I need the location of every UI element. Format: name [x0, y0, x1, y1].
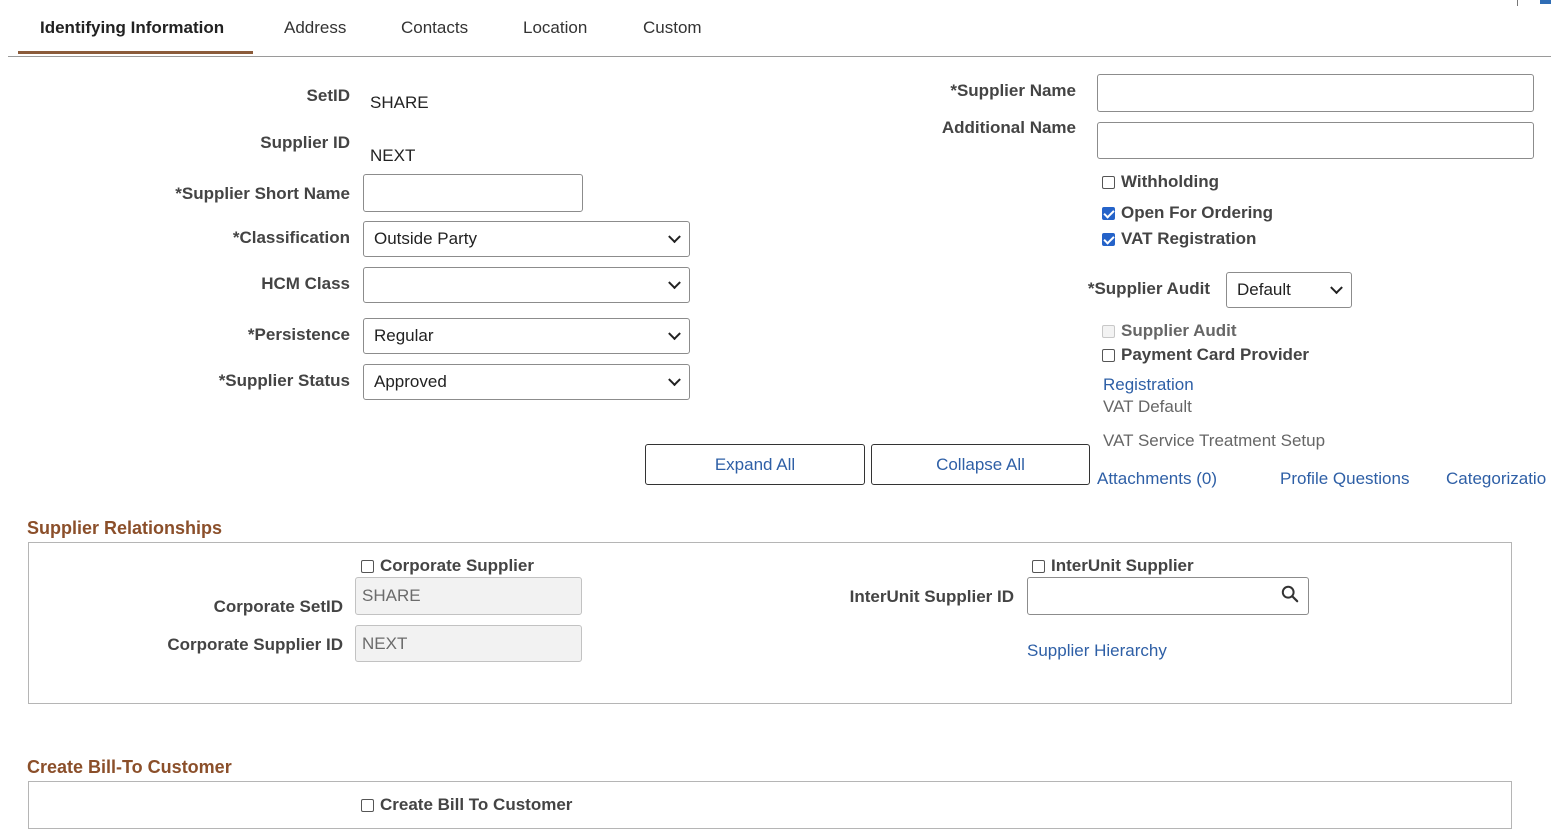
persistence-value: Regular: [374, 326, 434, 345]
open-for-ordering-checkbox[interactable]: [1102, 206, 1115, 220]
interunit-supplier-checkbox[interactable]: [1032, 559, 1045, 573]
supplier-name-label: *Supplier Name: [950, 81, 1076, 100]
tab-bar: Identifying Information Address Contacts…: [0, 0, 1551, 57]
active-tab-indicator: [18, 51, 253, 54]
vat-registration-checkbox[interactable]: [1102, 232, 1115, 246]
supplier-relationships-title: Supplier Relationships: [27, 518, 223, 538]
profile-questions-link[interactable]: Profile Questions: [1280, 469, 1409, 489]
supplier-relationships-box: [28, 542, 1512, 704]
vat-registration-checkbox-row[interactable]: VAT Registration: [1102, 229, 1256, 249]
interunit-supplier-id-label: InterUnit Supplier ID: [849, 587, 1014, 606]
classification-value: Outside Party: [374, 229, 477, 248]
payment-card-provider-checkbox[interactable]: [1102, 348, 1115, 362]
interunit-supplier-id-input[interactable]: [1027, 577, 1309, 615]
chevron-down-icon: [668, 327, 681, 341]
interunit-supplier-checkbox-row[interactable]: InterUnit Supplier: [1032, 556, 1194, 576]
chevron-down-icon: [668, 276, 681, 290]
supplier-audit-checkbox: [1102, 324, 1115, 338]
supplier-status-select[interactable]: Approved: [363, 364, 690, 400]
withholding-checkbox[interactable]: [1102, 175, 1115, 189]
supplier-status-value: Approved: [374, 372, 447, 391]
create-bill-to-customer-checkbox-row[interactable]: Create Bill To Customer: [361, 795, 572, 815]
create-bill-to-customer-title: Create Bill-To Customer: [27, 757, 232, 777]
corner-divider: [1517, 0, 1518, 6]
corporate-supplier-checkbox[interactable]: [361, 559, 374, 573]
supplier-hierarchy-link[interactable]: Supplier Hierarchy: [1027, 641, 1167, 661]
hcm-class-label: HCM Class: [261, 274, 350, 293]
tab-address[interactable]: Address: [284, 18, 346, 38]
chevron-down-icon: [668, 373, 681, 387]
additional-name-input[interactable]: [1097, 122, 1534, 159]
persistence-label: *Persistence: [247, 325, 350, 344]
additional-name-label: Additional Name: [941, 118, 1076, 137]
supplier-audit-cb-label: Supplier Audit: [1121, 321, 1237, 340]
supplier-name-input[interactable]: [1097, 74, 1534, 112]
tab-contacts[interactable]: Contacts: [401, 18, 468, 38]
supplier-audit-value: Default: [1237, 280, 1291, 299]
expand-all-button[interactable]: Expand All: [645, 444, 865, 485]
corporate-setid-input: [355, 577, 582, 615]
search-icon[interactable]: [1281, 585, 1299, 603]
hcm-class-select[interactable]: [363, 267, 690, 303]
vat-service-treatment-text: VAT Service Treatment Setup: [1103, 431, 1326, 450]
withholding-checkbox-row[interactable]: Withholding: [1102, 172, 1219, 192]
create-bill-to-customer-label: Create Bill To Customer: [380, 795, 573, 814]
supplier-status-label: *Supplier Status: [218, 371, 350, 390]
persistence-select[interactable]: Regular: [363, 318, 690, 354]
classification-select[interactable]: Outside Party: [363, 221, 690, 257]
supplier-audit-checkbox-row: Supplier Audit: [1102, 321, 1237, 341]
supplier-short-name-label: *Supplier Short Name: [175, 184, 350, 203]
collapse-all-button[interactable]: Collapse All: [871, 444, 1090, 485]
corporate-setid-label: Corporate SetID: [213, 597, 343, 616]
setid-value: SHARE: [370, 93, 429, 112]
corporate-supplier-label: Corporate Supplier: [380, 556, 534, 575]
vat-registration-label: VAT Registration: [1121, 229, 1257, 248]
withholding-label: Withholding: [1121, 172, 1220, 191]
create-bill-to-customer-checkbox[interactable]: [361, 798, 374, 812]
open-for-ordering-checkbox-row[interactable]: Open For Ordering: [1102, 203, 1273, 223]
chevron-down-icon: [668, 230, 681, 244]
payment-card-provider-checkbox-row[interactable]: Payment Card Provider: [1102, 345, 1309, 365]
create-bill-to-customer-box: [28, 781, 1512, 829]
corporate-supplier-id-input: [355, 625, 582, 662]
supplier-id-label: Supplier ID: [260, 133, 350, 152]
attachments-link[interactable]: Attachments (0): [1097, 469, 1217, 489]
supplier-audit-select-label: *Supplier Audit: [1087, 279, 1210, 298]
tab-location[interactable]: Location: [523, 18, 587, 38]
corner-link-fragment[interactable]: [1540, 0, 1551, 4]
open-for-ordering-label: Open For Ordering: [1121, 203, 1274, 222]
interunit-supplier-id-field: [1027, 577, 1309, 615]
vat-default-text: VAT Default: [1103, 397, 1192, 416]
payment-card-provider-label: Payment Card Provider: [1121, 345, 1310, 364]
tab-identifying-information[interactable]: Identifying Information: [40, 18, 224, 38]
tab-custom[interactable]: Custom: [643, 18, 702, 38]
categorization-link[interactable]: Categorizatio: [1446, 469, 1546, 489]
interunit-supplier-label: InterUnit Supplier: [1051, 556, 1194, 575]
supplier-id-value: NEXT: [370, 146, 416, 165]
registration-link[interactable]: Registration: [1103, 375, 1194, 395]
supplier-short-name-input[interactable]: [363, 174, 583, 212]
chevron-down-icon: [1330, 281, 1343, 295]
tab-divider: [8, 56, 1551, 57]
setid-label: SetID: [306, 86, 350, 105]
classification-label: *Classification: [232, 228, 350, 247]
supplier-audit-select[interactable]: Default: [1226, 272, 1352, 308]
corporate-supplier-checkbox-row[interactable]: Corporate Supplier: [361, 556, 534, 576]
corporate-supplier-id-label: Corporate Supplier ID: [167, 635, 343, 654]
